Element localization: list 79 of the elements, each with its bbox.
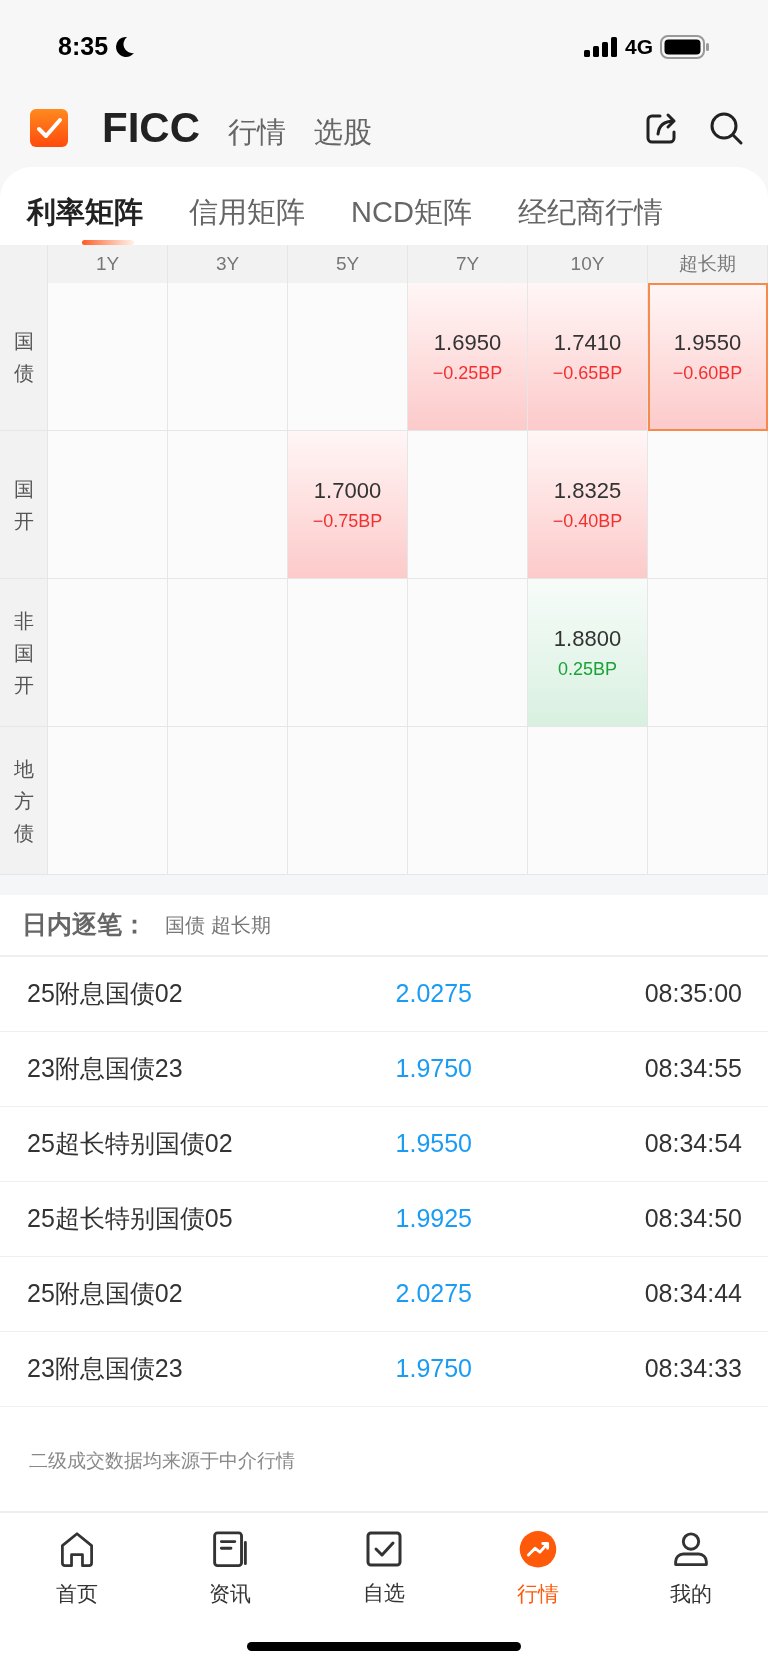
document-icon	[212, 1531, 249, 1568]
yield-value: 1.7000	[313, 479, 382, 502]
trade-yield: 2.0275	[394, 1278, 472, 1310]
nav-tab[interactable]: 我的	[614, 1523, 768, 1609]
column-header: 1Y	[48, 245, 168, 283]
nav-tab[interactable]: 首页	[0, 1523, 154, 1609]
bond-name: 25附息国债02	[27, 1278, 184, 1310]
yield-value: 1.9550	[673, 331, 742, 354]
trade-yield: 1.9925	[394, 1203, 472, 1235]
network-label: 4G	[625, 34, 653, 61]
section-title: 日内逐笔：	[22, 909, 147, 941]
status-time: 8:35	[58, 31, 109, 63]
change-value: −0.65BP	[552, 363, 623, 382]
yield-value: 1.6950	[433, 331, 502, 354]
column-header: 3Y	[168, 245, 288, 283]
yield-value: 1.8800	[553, 627, 622, 650]
person-icon	[672, 1531, 711, 1568]
trade-time: 08:34:50	[643, 1203, 742, 1235]
trade-row[interactable]: 23附息国债23 1.9750 08:34:33	[0, 1332, 768, 1407]
trade-row[interactable]: 25附息国债02 2.0275 08:35:00	[0, 957, 768, 1032]
column-header: 10Y	[528, 245, 648, 283]
change-value: −0.25BP	[432, 363, 503, 382]
header-tab[interactable]: 行情	[228, 118, 286, 149]
trade-time: 08:35:00	[643, 978, 742, 1010]
quote-cell[interactable]: 1.9550 −0.60BP	[648, 283, 768, 431]
empty-cell[interactable]	[168, 579, 288, 727]
footnote: 二级成交数据均来源于中介行情	[29, 1449, 295, 1473]
row-label: 国开	[13, 476, 34, 534]
row-label: 地方债	[13, 756, 34, 846]
change-value: 0.25BP	[557, 659, 617, 678]
header-tab[interactable]: 选股	[314, 118, 372, 149]
trade-time: 08:34:33	[643, 1353, 742, 1385]
trade-row[interactable]: 25超长特别国债02 1.9550 08:34:54	[0, 1107, 768, 1182]
trade-time: 08:34:54	[643, 1128, 742, 1160]
matrix-tab[interactable]: 经纪商行情	[517, 167, 663, 245]
filter-label: 国债 超长期	[165, 913, 271, 938]
trade-time: 08:34:55	[643, 1053, 742, 1085]
quote-cell[interactable]: 1.8800 0.25BP	[528, 579, 648, 727]
trade-row[interactable]: 25附息国债02 2.0275 08:34:44	[0, 1257, 768, 1332]
row-label: 非国开	[13, 608, 34, 698]
trade-yield: 2.0275	[394, 978, 472, 1010]
matrix-tab[interactable]: 信用矩阵	[189, 167, 305, 245]
trade-time: 08:34:44	[643, 1278, 742, 1310]
empty-cell[interactable]	[648, 579, 768, 727]
trade-yield: 1.9750	[394, 1353, 472, 1385]
bond-name: 25附息国债02	[27, 978, 184, 1010]
app-logo-icon	[30, 109, 68, 147]
change-value: −0.40BP	[552, 511, 623, 530]
bond-name: 25超长特别国债02	[27, 1128, 234, 1160]
trade-yield: 1.9750	[394, 1053, 472, 1085]
bond-name: 23附息国债23	[27, 1053, 184, 1085]
column-header: 5Y	[288, 245, 408, 283]
header-tab[interactable]: FICC	[102, 107, 200, 149]
change-value: −0.75BP	[312, 511, 383, 530]
bond-name: 23附息国债23	[27, 1353, 184, 1385]
bond-name: 25超长特别国债05	[27, 1203, 234, 1235]
quote-cell[interactable]: 1.6950 −0.25BP	[408, 283, 528, 431]
column-header: 超长期	[648, 245, 768, 283]
search-icon[interactable]	[708, 110, 744, 146]
quote-cell[interactable]: 1.8325 −0.40BP	[528, 431, 648, 579]
yield-value: 1.8325	[553, 479, 622, 502]
chart-icon	[518, 1531, 557, 1568]
column-header: 7Y	[408, 245, 528, 283]
tab-indicator	[82, 240, 134, 245]
quote-cell[interactable]: 1.7410 −0.65BP	[528, 283, 648, 431]
signal-icon	[584, 37, 618, 57]
nav-tab[interactable]: 资讯	[153, 1523, 308, 1609]
matrix-tab[interactable]: NCD矩阵	[351, 167, 472, 245]
checkbox-icon	[366, 1531, 402, 1567]
change-value: −0.60BP	[672, 363, 743, 382]
trade-yield: 1.9550	[394, 1128, 472, 1160]
nav-tab[interactable]: 自选	[307, 1523, 461, 1609]
row-label: 国债	[13, 328, 34, 386]
trade-row[interactable]: 23附息国债23 1.9750 08:34:55	[0, 1032, 768, 1107]
quote-cell[interactable]: 1.7000 −0.75BP	[288, 431, 408, 579]
yield-value: 1.7410	[553, 331, 622, 354]
trade-row[interactable]: 25超长特别国债05 1.9925 08:34:50	[0, 1182, 768, 1257]
matrix-tab[interactable]: 利率矩阵	[27, 167, 143, 245]
battery-icon	[660, 35, 710, 59]
